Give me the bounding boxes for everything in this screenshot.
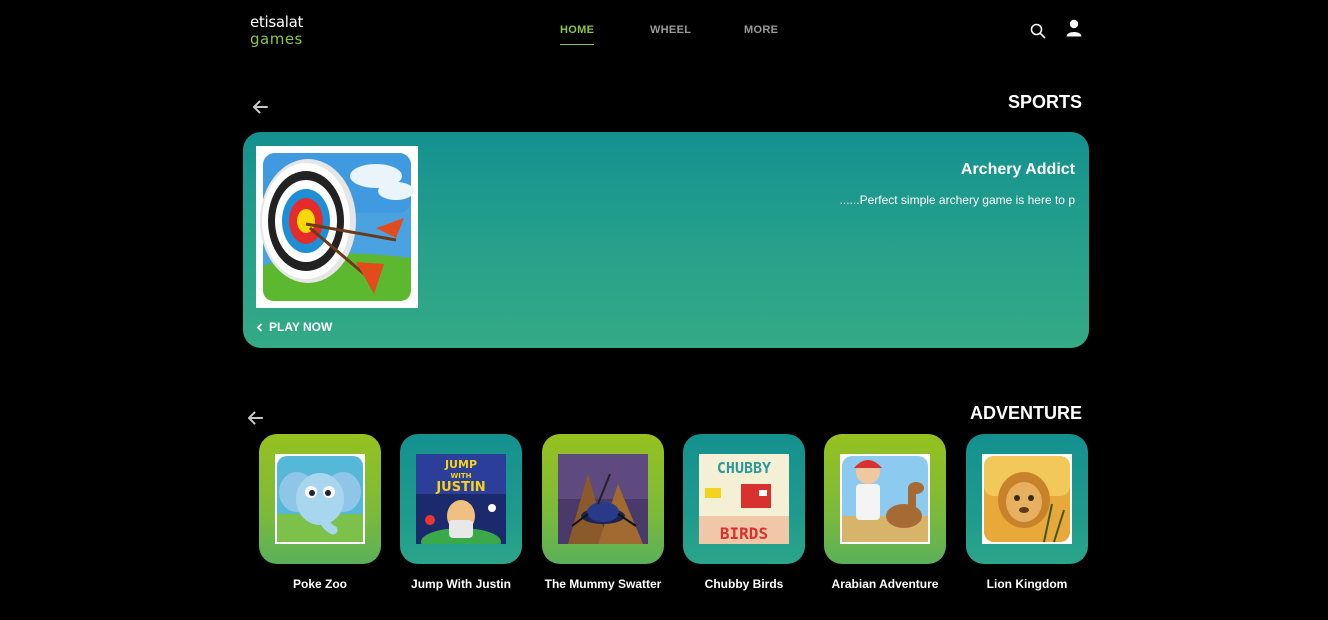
featured-game-thumbnail[interactable] (256, 146, 418, 308)
adventure-section-title: ADVENTURE (969, 403, 1082, 423)
svg-text:JUMP: JUMP (444, 458, 477, 471)
game-thumbnail (558, 454, 648, 544)
featured-game-description: ......Perfect simple archery game is her… (839, 193, 1075, 207)
play-now-label: PLAY NOW (269, 320, 333, 334)
game-thumbnail: CHUBBY BIRDS (699, 454, 789, 544)
game-card-jump-with-justin[interactable]: JUMP WITH JUSTIN Jump With Justin (400, 434, 522, 591)
svg-text:WITH: WITH (451, 472, 472, 480)
game-card-chubby-birds[interactable]: CHUBBY BIRDS Chubby Birds (683, 434, 805, 591)
game-name: Arabian Adventure (831, 577, 939, 591)
game-tile: CHUBBY BIRDS (683, 434, 805, 564)
svg-text:BIRDS: BIRDS (720, 524, 768, 543)
game-name: The Mummy Swatter (544, 577, 662, 591)
game-thumbnail (275, 454, 365, 544)
game-tile (542, 434, 664, 564)
game-card-poke-zoo[interactable]: Poke Zoo (259, 434, 381, 591)
game-thumbnail (840, 454, 930, 544)
game-thumbnail (982, 454, 1072, 544)
game-card-lion-kingdom[interactable]: Lion Kingdom (966, 434, 1088, 591)
game-tile (259, 434, 381, 564)
svg-text:CHUBBY: CHUBBY (717, 459, 771, 477)
featured-game-banner[interactable]: Archery Addict ......Perfect simple arch… (243, 132, 1089, 348)
nav-more[interactable]: MORE (744, 24, 778, 36)
game-card-the-mummy-swatter[interactable]: The Mummy Swatter (542, 434, 664, 591)
game-tile (966, 434, 1088, 564)
sports-back-arrow-icon[interactable] (252, 100, 268, 114)
nav-home[interactable]: HOME (560, 24, 595, 45)
nav-wheel[interactable]: WHEEL (650, 24, 691, 36)
game-tile: JUMP WITH JUSTIN (400, 434, 522, 564)
game-tile (824, 434, 946, 564)
game-name: Jump With Justin (411, 577, 511, 591)
user-icon[interactable] (1066, 19, 1082, 37)
game-card-arabian-adventure[interactable]: Arabian Adventure (824, 434, 946, 591)
featured-game-title: Archery Addict (960, 161, 1075, 178)
game-name: Poke Zoo (292, 577, 347, 591)
adventure-back-arrow-icon[interactable] (247, 411, 263, 425)
main-nav: HOME WHEEL MORE (0, 24, 1328, 48)
play-now-button[interactable]: PLAY NOW (256, 320, 332, 334)
search-icon[interactable] (1030, 23, 1046, 39)
svg-text:JUSTIN: JUSTIN (435, 480, 485, 495)
game-thumbnail: JUMP WITH JUSTIN (416, 454, 506, 544)
game-name: Lion Kingdom (986, 577, 1068, 591)
sports-section-title: SPORTS (1007, 92, 1082, 112)
game-name: Chubby Birds (704, 577, 784, 591)
chevron-left-icon (256, 322, 263, 332)
